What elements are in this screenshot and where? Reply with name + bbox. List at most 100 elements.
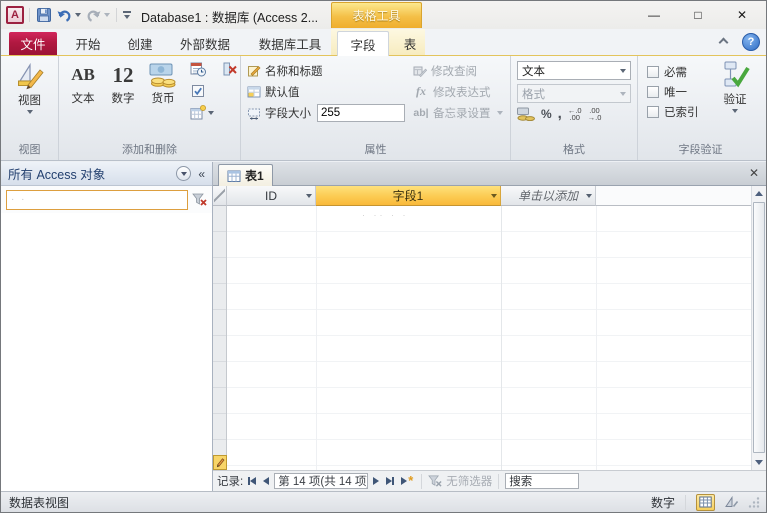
navigation-pane-body[interactable] [1, 213, 212, 512]
tab-create[interactable]: 创建 [117, 32, 163, 55]
collapse-ribbon-button[interactable] [716, 37, 730, 51]
undo-button[interactable] [55, 5, 82, 25]
arrow-down-icon [755, 460, 763, 465]
first-record-button[interactable] [246, 474, 258, 489]
last-record-button[interactable] [384, 474, 396, 489]
datasheet-view-button[interactable] [696, 493, 715, 511]
indexed-checkbox[interactable] [647, 106, 659, 118]
scrollbar-thumb[interactable] [753, 202, 765, 453]
decrease-decimals-button[interactable]: .00 →.0 [588, 107, 602, 122]
column-id-label: ID [265, 188, 277, 203]
click-to-add-dropdown-arrow[interactable] [586, 194, 592, 198]
text-field-button[interactable]: AB 文本 [63, 57, 103, 122]
name-caption-button[interactable]: 名称和标题 [247, 60, 405, 81]
navigation-search-row: · · [1, 186, 212, 213]
tab-database-tools[interactable]: 数据库工具 [247, 32, 333, 55]
scroll-down-button[interactable] [752, 455, 766, 470]
datasheet-grid[interactable]: · ·· · · [227, 206, 751, 470]
column-field1-dropdown-arrow[interactable] [491, 194, 497, 198]
text-field-label: 文本 [71, 93, 95, 105]
column-id-dropdown-arrow[interactable] [306, 194, 312, 198]
access-app-icon[interactable]: A [6, 6, 24, 24]
number-field-button[interactable]: 12 数字 [103, 57, 143, 122]
navigation-search-input[interactable]: · · [6, 189, 188, 210]
previous-record-button[interactable] [261, 474, 271, 489]
maximize-button[interactable]: □ [676, 1, 720, 29]
validation-button[interactable]: 验证 [712, 59, 758, 113]
record-search-input[interactable]: 搜索 [505, 473, 580, 489]
navigation-pane-header[interactable]: 所有 Access 对象 « [1, 162, 212, 186]
window-title: Database1 : 数据库 (Access 2... [141, 11, 319, 25]
navigation-menu-button[interactable] [176, 166, 192, 181]
unique-checkbox-row[interactable]: 唯一 [647, 82, 699, 102]
select-all-corner[interactable] [213, 186, 227, 206]
tab-external-data[interactable]: 外部数据 [169, 32, 241, 55]
new-record-button[interactable] [399, 474, 415, 489]
format-dropdown-disabled[interactable]: 格式 [517, 84, 631, 103]
document-close-button[interactable]: ✕ [749, 166, 759, 180]
separator [421, 473, 423, 489]
memo-settings-label: 备忘录设置 [433, 107, 491, 120]
vertical-scrollbar[interactable] [751, 186, 766, 470]
delete-field-button[interactable] [220, 59, 240, 78]
column-header-id[interactable]: ID [227, 186, 316, 206]
next-record-button[interactable] [371, 474, 381, 489]
more-fields-button[interactable] [188, 103, 216, 122]
group-views: 视图 视图 [1, 56, 59, 160]
tab-home[interactable]: 开始 [65, 32, 111, 55]
currency-field-button[interactable]: 货币 [143, 57, 183, 122]
document-tab-label: 表1 [245, 169, 264, 183]
record-selector-column[interactable] [213, 206, 227, 470]
currency-format-button[interactable] [517, 107, 535, 121]
comma-format-button[interactable]: , [558, 106, 562, 121]
record-position-box[interactable]: 第 14 项(共 14 项) [274, 473, 369, 489]
editing-record-selector[interactable] [213, 455, 227, 470]
percent-format-button[interactable]: % [541, 107, 552, 121]
default-value-button[interactable]: 默认值 [247, 81, 405, 102]
click-to-add-label: 单击以添加 [517, 189, 578, 203]
indexed-checkbox-row[interactable]: 已索引 [647, 102, 699, 122]
field-size-input[interactable] [317, 103, 405, 122]
clear-search-button[interactable] [192, 192, 207, 207]
modify-expression-button-disabled[interactable]: fx 修改表达式 [413, 81, 503, 102]
resize-grip[interactable] [748, 496, 760, 508]
tab-file[interactable]: 文件 [9, 32, 57, 55]
memo-settings-button-disabled[interactable]: ab| 备忘录设置 [413, 102, 503, 123]
chevron-down-icon [180, 171, 187, 176]
quick-access-toolbar: A [6, 5, 132, 25]
tab-fields-active[interactable]: 字段 [337, 31, 389, 56]
scroll-up-button[interactable] [752, 186, 766, 201]
modify-lookups-icon [413, 66, 427, 77]
navigation-pane: 所有 Access 对象 « · · [1, 162, 213, 491]
navigation-pane-title: 所有 Access 对象 [8, 168, 106, 182]
minimize-button[interactable]: — [632, 1, 676, 29]
ribbon: 视图 视图 AB 文本 12 数字 货币 添加和删除 名称和标题 默认值 字段大… [1, 56, 766, 161]
window-controls: — □ ✕ [632, 1, 764, 29]
close-button[interactable]: ✕ [720, 1, 764, 29]
date-time-field-button[interactable] [188, 59, 208, 78]
data-type-dropdown[interactable]: 文本 [517, 61, 631, 80]
view-button[interactable]: 视图 [5, 60, 55, 114]
column-header-field1-selected[interactable]: 字段1 [316, 186, 501, 206]
yes-no-field-button[interactable] [188, 81, 208, 100]
help-button[interactable]: ? [742, 33, 760, 51]
redo-button[interactable] [84, 5, 111, 25]
status-view-name: 数据表视图 [9, 495, 70, 510]
arrow-left-icon [263, 477, 270, 485]
contextual-tools-header: 表格工具 [331, 2, 422, 28]
unique-checkbox[interactable] [647, 86, 659, 98]
tab-table[interactable]: 表 [393, 32, 427, 55]
document-tab-table1[interactable]: 表1 [218, 164, 273, 186]
modify-lookups-button-disabled[interactable]: 修改查阅 [413, 60, 503, 81]
column-header-click-to-add[interactable]: 单击以添加 [501, 186, 596, 206]
shutter-bar-close-button[interactable]: « [198, 167, 205, 181]
design-view-button[interactable] [722, 494, 741, 511]
increase-decimals-button[interactable]: ←.0 .00 [568, 107, 582, 122]
required-checkbox[interactable] [647, 66, 659, 78]
required-checkbox-row[interactable]: 必需 [647, 62, 699, 82]
last-record-bar-icon [392, 477, 395, 485]
more-fields-arrow [208, 110, 214, 115]
save-button[interactable] [35, 5, 53, 25]
customize-qat-button[interactable] [122, 9, 132, 21]
no-filter-button-disabled[interactable]: 无筛选器 [428, 473, 492, 489]
